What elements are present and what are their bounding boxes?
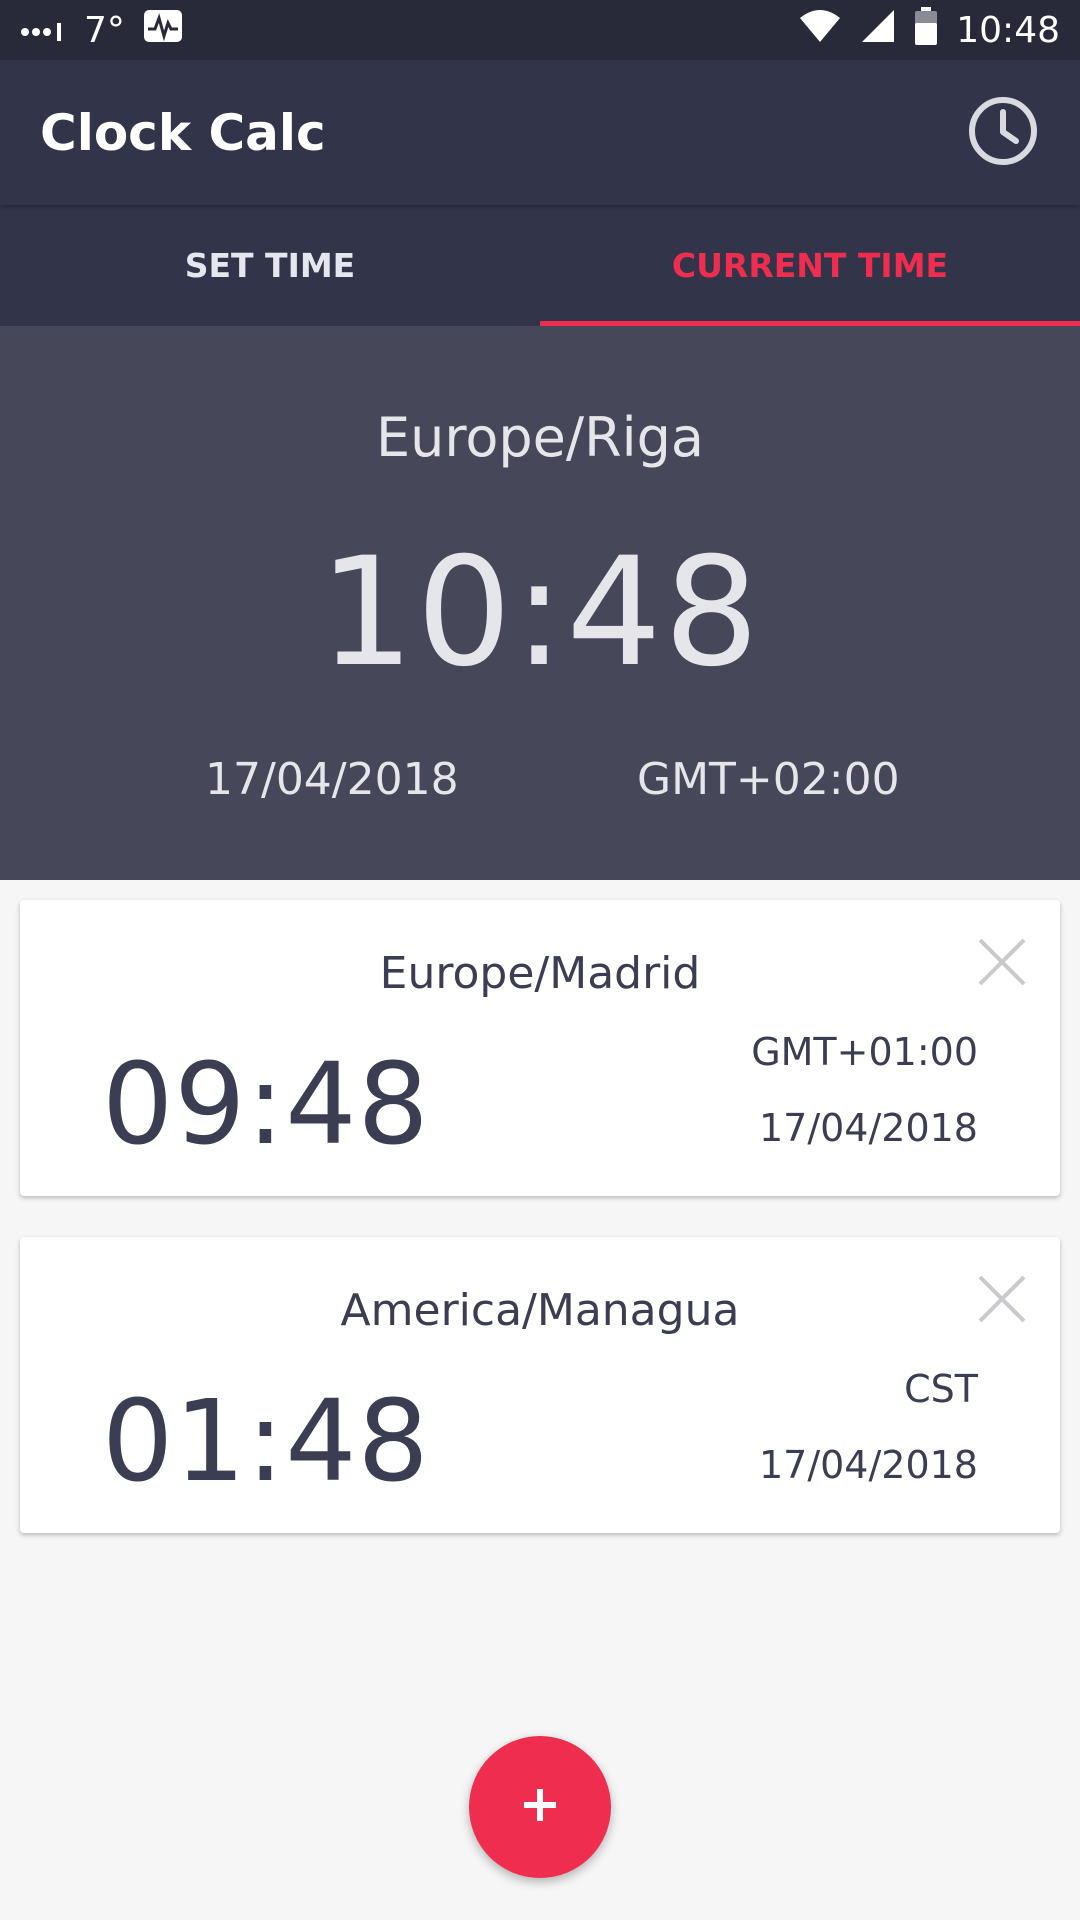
card-date: 17/04/2018 (758, 1443, 978, 1487)
main-timezone-name: Europe/Riga (376, 406, 704, 469)
status-left: 7° (20, 9, 183, 52)
temperature-text: 7° (84, 9, 125, 51)
card-date: 17/04/2018 (758, 1106, 978, 1150)
close-icon (976, 938, 1028, 992)
tab-set-time[interactable]: SET TIME (0, 205, 540, 326)
card-timezone-name: Europe/Madrid (379, 948, 701, 999)
add-timezone-button[interactable] (469, 1736, 611, 1878)
tab-bar: SET TIME CURRENT TIME (0, 205, 1080, 326)
clock-icon (967, 95, 1039, 171)
main-clock-panel: Europe/Riga 10:48 17/04/2018 GMT+02:00 (0, 326, 1080, 880)
history-button[interactable] (966, 96, 1040, 170)
app-title: Clock Calc (40, 103, 326, 162)
main-gmt-offset: GMT+02:00 (637, 754, 900, 805)
status-bar: 7° 10:48 (0, 0, 1080, 60)
remove-card-button[interactable] (976, 936, 1028, 988)
card-time: 01:48 (102, 1377, 430, 1507)
close-icon (976, 1275, 1028, 1329)
signal-dots-icon (20, 10, 66, 51)
battery-icon (914, 6, 938, 54)
wifi-icon (798, 8, 842, 53)
status-time: 10:48 (956, 9, 1060, 51)
status-right: 10:48 (798, 6, 1060, 54)
tab-current-time[interactable]: CURRENT TIME (540, 205, 1080, 326)
card-gmt-offset: GMT+01:00 (751, 1030, 978, 1074)
card-time: 09:48 (102, 1040, 430, 1170)
timezone-card[interactable]: America/Managua 01:48 CST 17/04/2018 (20, 1237, 1060, 1533)
card-gmt-offset: CST (904, 1367, 978, 1411)
app-bar: Clock Calc (0, 60, 1080, 205)
activity-icon (143, 9, 183, 52)
remove-card-button[interactable] (976, 1273, 1028, 1325)
cell-signal-icon (860, 8, 896, 53)
card-timezone-name: America/Managua (340, 1285, 740, 1336)
timezone-card[interactable]: Europe/Madrid 09:48 GMT+01:00 17/04/2018 (20, 900, 1060, 1196)
plus-icon (520, 1785, 560, 1829)
main-date: 17/04/2018 (205, 754, 459, 805)
main-time: 10:48 (318, 526, 762, 700)
